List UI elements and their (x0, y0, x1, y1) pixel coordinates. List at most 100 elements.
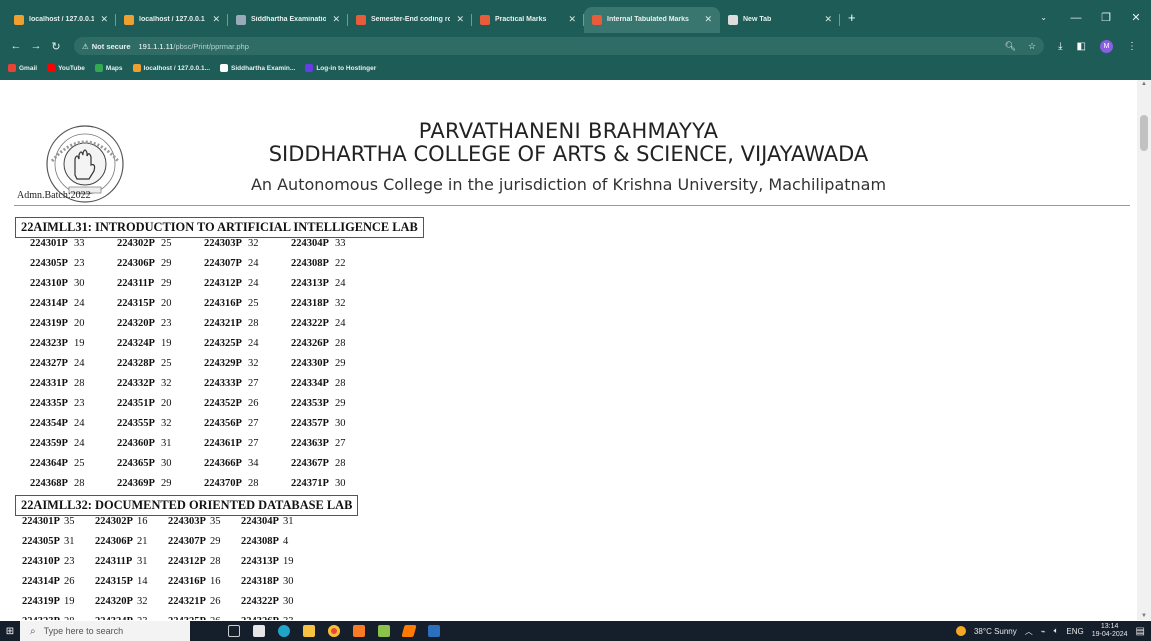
tab-close-icon[interactable]: ✕ (824, 14, 832, 25)
tray-chevron-icon[interactable]: ︿ (1025, 626, 1033, 637)
mark-cell: 224307P 24 (204, 258, 259, 269)
roll-number: 224321P (204, 318, 242, 329)
mark-value: 16 (137, 516, 148, 527)
tab-close-icon[interactable]: ✕ (568, 14, 576, 25)
mark-value: 28 (210, 556, 221, 567)
roll-number: 224324P (117, 338, 155, 349)
scroll-down-icon[interactable]: ▼ (1141, 613, 1147, 619)
mark-value: 27 (248, 438, 259, 449)
mark-cell: 224316P 16 (168, 576, 221, 587)
tab-1[interactable]: localhost / 127.0.0.1 / ugexam ✕ (6, 7, 116, 33)
windows-start-icon[interactable]: ⊞ (0, 621, 20, 641)
mark-cell: 224354P 24 (30, 418, 85, 429)
roll-number: 224335P (30, 398, 68, 409)
close-window-icon[interactable]: ✕ (1121, 11, 1151, 24)
forward-icon[interactable]: → (26, 40, 46, 52)
mark-value: 19 (74, 338, 85, 349)
mark-value: 29 (161, 478, 172, 489)
mark-value: 28 (64, 616, 75, 620)
mark-cell: 224316P 25 (204, 298, 259, 309)
warning-icon[interactable]: ⚠ (82, 42, 89, 51)
tab-close-icon[interactable]: ✕ (332, 14, 340, 25)
phpmyadmin-icon (14, 14, 24, 25)
mark-value: 28 (248, 478, 259, 489)
mark-cell: 224331P 28 (30, 378, 85, 389)
tab-5[interactable]: Practical Marks ✕ (472, 7, 584, 33)
speaker-icon[interactable]: 🔈︎ (1054, 626, 1059, 636)
mark-cell: 224324P 23 (95, 616, 148, 620)
language-indicator[interactable]: ENG (1066, 627, 1083, 636)
bookmark-item[interactable]: YouTube (47, 64, 85, 72)
tab-3[interactable]: Siddhartha Examinations Cell ✕ (228, 7, 348, 33)
network-icon[interactable]: ⌁ (1041, 627, 1046, 636)
store-icon[interactable] (248, 621, 270, 641)
roll-number: 224315P (95, 576, 133, 587)
mark-value: 21 (137, 536, 148, 547)
roll-number: 224303P (168, 516, 206, 527)
tab-2[interactable]: localhost / 127.0.0.1 / sdmsug ✕ (116, 7, 228, 33)
sublime-icon[interactable] (398, 621, 420, 641)
bookmark-item[interactable]: Gmail (8, 64, 37, 72)
mark-cell: 224314P 26 (22, 576, 75, 587)
new-tab-icon[interactable]: + (848, 10, 856, 25)
clock[interactable]: 13:14 19-04-2024 (1092, 623, 1128, 639)
app-window-icon[interactable] (423, 621, 445, 641)
profile-avatar[interactable]: M (1100, 39, 1113, 53)
roll-number: 224304P (241, 516, 279, 527)
mark-cell: 224304P 31 (241, 516, 294, 527)
bookmark-item[interactable]: Maps (94, 64, 123, 72)
weather-icon[interactable] (955, 626, 966, 636)
bookmark-item[interactable]: localhost / 127.0.0.1... (132, 64, 210, 72)
mark-cell: 224328P 25 (117, 358, 172, 369)
not-secure-label[interactable]: Not secure (92, 42, 131, 51)
zoom-icon[interactable]: 🔍︎ (1005, 41, 1016, 52)
download-icon[interactable]: ⤓ (1058, 41, 1062, 52)
mark-value: 32 (161, 378, 172, 389)
bookmark-item[interactable]: Siddhartha Examin... (220, 64, 295, 72)
reload-icon[interactable]: ↻ (46, 40, 66, 53)
tab-close-icon[interactable]: ✕ (456, 14, 464, 25)
scroll-thumb[interactable] (1140, 115, 1148, 151)
back-icon[interactable]: ← (6, 40, 26, 52)
edge-icon[interactable] (273, 621, 295, 641)
notepad-plus-icon[interactable] (373, 621, 395, 641)
tab-6[interactable]: Internal Tabulated Marks ✕ (584, 6, 720, 33)
mark-value: 23 (74, 398, 85, 409)
taskbar-search-placeholder: Type here to search (43, 626, 124, 636)
roll-number: 224359P (30, 438, 68, 449)
task-view-icon[interactable] (223, 621, 245, 641)
tab-search-icon[interactable]: ⌄ (1040, 13, 1047, 22)
address-bar[interactable]: ⚠ Not secure 191.1.1.11 /pbsc/Print/pprm… (74, 37, 1045, 55)
sidepanel-icon[interactable]: ◧ (1077, 41, 1086, 52)
tab-close-icon[interactable]: ✕ (212, 14, 220, 25)
menu-icon[interactable]: ⋮ (1127, 41, 1137, 52)
weather-text[interactable]: 38°C Sunny (974, 627, 1017, 636)
bookmark-item[interactable]: Log-in to Hostinger (305, 64, 376, 72)
mark-cell: 224352P 26 (204, 398, 259, 409)
tab-close-icon[interactable]: ✕ (100, 14, 108, 25)
roll-number: 224370P (204, 478, 242, 489)
tab-4[interactable]: Semester-End coding rollno- ✕ (348, 7, 472, 33)
tab-7[interactable]: New Tab ✕ (720, 7, 840, 33)
marks-row: 224364P 25 224365P 30 224366P 34 224367P 28 (0, 458, 400, 478)
mark-value: 29 (161, 278, 172, 289)
globe-icon (220, 64, 229, 72)
scroll-up-icon[interactable]: ▲ (1141, 81, 1147, 87)
notifications-icon[interactable]: ▤ (1136, 626, 1145, 637)
xampp-icon[interactable] (348, 621, 370, 641)
chrome-icon[interactable] (323, 621, 345, 641)
file-explorer-icon[interactable] (298, 621, 320, 641)
mark-cell: 224312P 24 (204, 278, 259, 289)
bookmark-star-icon[interactable]: ☆ (1028, 41, 1036, 52)
taskbar-search[interactable]: ⌕ Type here to search (20, 621, 190, 641)
roll-number: 224325P (204, 338, 242, 349)
mark-value: 24 (335, 318, 346, 329)
maximize-icon[interactable]: ❐ (1091, 11, 1121, 24)
roll-number: 224323P (22, 616, 60, 620)
roll-number: 224321P (168, 596, 206, 607)
minimize-icon[interactable]: — (1061, 12, 1091, 24)
marks-row: 224354P 24 224355P 32 224356P 27 224357P 30 (0, 418, 400, 438)
vertical-scrollbar[interactable]: ▲ ▼ (1137, 80, 1151, 620)
mark-cell: 224314P 24 (30, 298, 85, 309)
tab-close-icon[interactable]: ✕ (704, 14, 712, 25)
